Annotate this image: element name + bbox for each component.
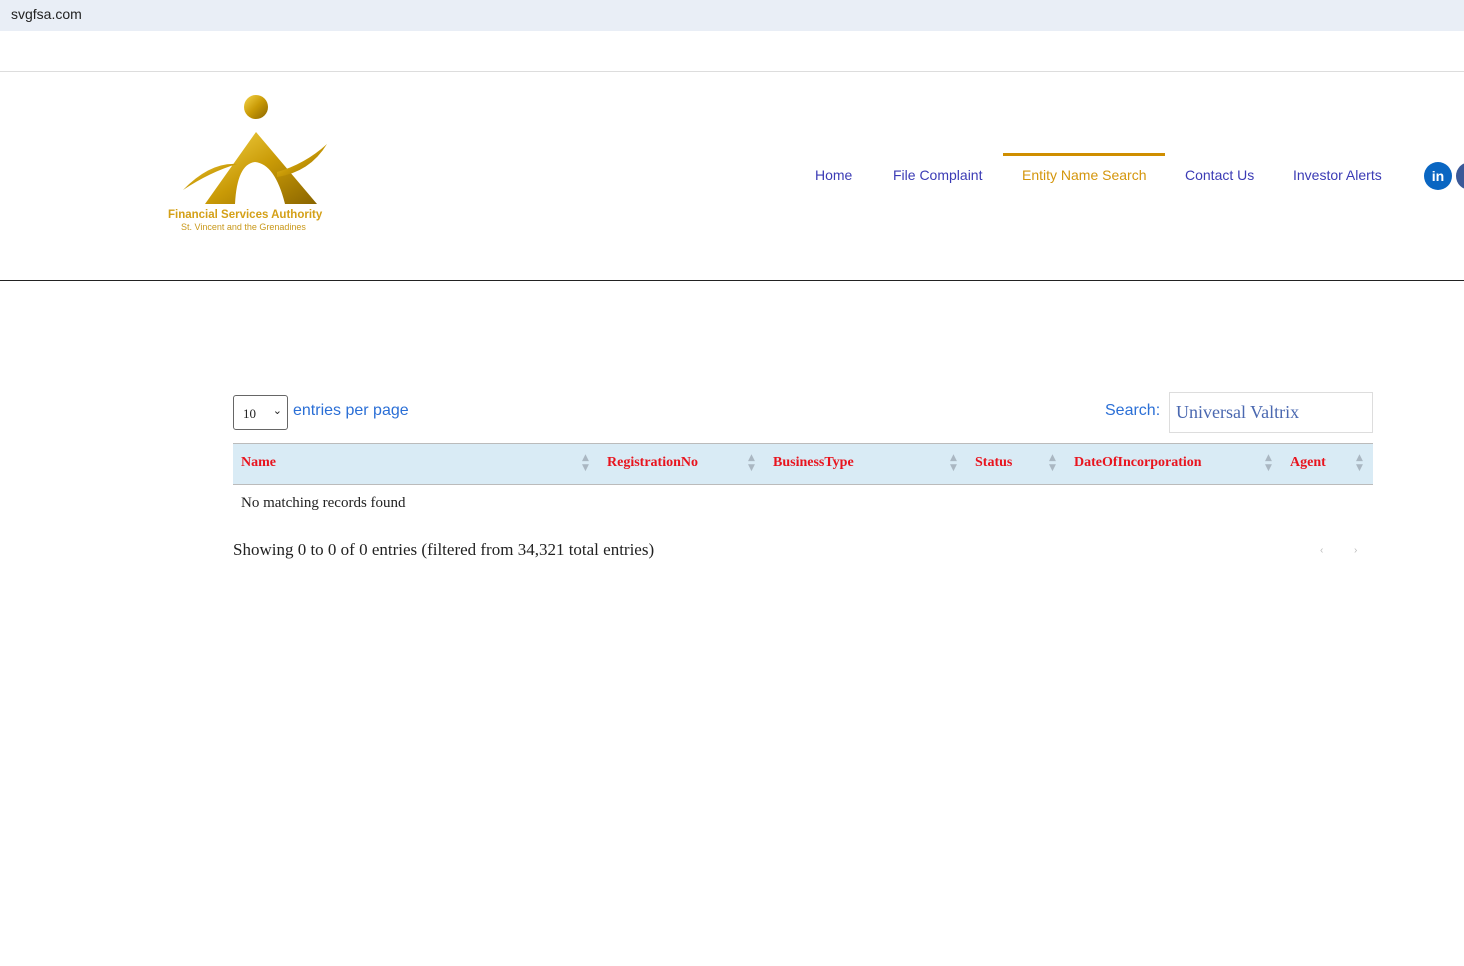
search-label: Search: [1105,402,1161,419]
table-header: Name ▲ ▼ RegistrationNo ▲ ▼ BusinessType ▲… [233,443,1373,485]
facebook-icon[interactable] [1456,162,1464,190]
header-divider [0,280,1464,281]
column-dateofincorporation[interactable]: DateOfIncorporation [1074,455,1202,471]
column-registrationno[interactable]: RegistrationNo [607,455,698,471]
divider [0,71,1464,72]
nav-file-complaint[interactable]: File Complaint [893,167,982,183]
sort-icon[interactable]: ▲ ▼ [1356,453,1363,473]
url-text: svgfsa.com [11,6,82,22]
column-businesstype[interactable]: BusinessType [773,455,854,471]
column-status[interactable]: Status [975,455,1012,471]
sort-icon[interactable]: ▲ ▼ [1265,453,1272,473]
page-size-select[interactable]: 10 ⌄ [233,395,288,430]
nav-investor-alerts[interactable]: Investor Alerts [1293,167,1382,183]
nav-contact-us[interactable]: Contact Us [1185,167,1254,183]
linkedin-icon[interactable]: in [1424,162,1452,190]
column-name[interactable]: Name [241,455,276,471]
column-agent[interactable]: Agent [1290,455,1326,471]
url-bar[interactable]: svgfsa.com [0,0,1464,31]
prev-page-button[interactable]: ‹ [1320,545,1323,556]
empty-message: No matching records found [241,495,406,511]
nav-home[interactable]: Home [815,167,852,183]
logo-title: Financial Services Authority [168,209,323,221]
sort-icon[interactable]: ▲ ▼ [582,453,589,473]
logo-emblem-icon [183,95,327,204]
search-input[interactable]: Universal Valtrix [1169,392,1373,433]
next-page-button[interactable]: › [1354,545,1357,556]
entries-per-page-label: entries per page [293,402,409,419]
sort-icon[interactable]: ▲ ▼ [748,453,755,473]
page-size-value: 10 [243,406,256,421]
active-nav-indicator [1003,153,1165,156]
fsa-logo[interactable]: Financial Services Authority St. Vincent… [165,92,355,237]
table-info: Showing 0 to 0 of 0 entries (filtered fr… [233,540,655,559]
sort-icon[interactable]: ▲ ▼ [1049,453,1056,473]
logo-subtitle: St. Vincent and the Grenadines [181,222,306,232]
nav-entity-name-search[interactable]: Entity Name Search [1022,167,1147,183]
sort-icon[interactable]: ▲ ▼ [950,453,957,473]
chevron-down-icon: ⌄ [272,404,282,417]
